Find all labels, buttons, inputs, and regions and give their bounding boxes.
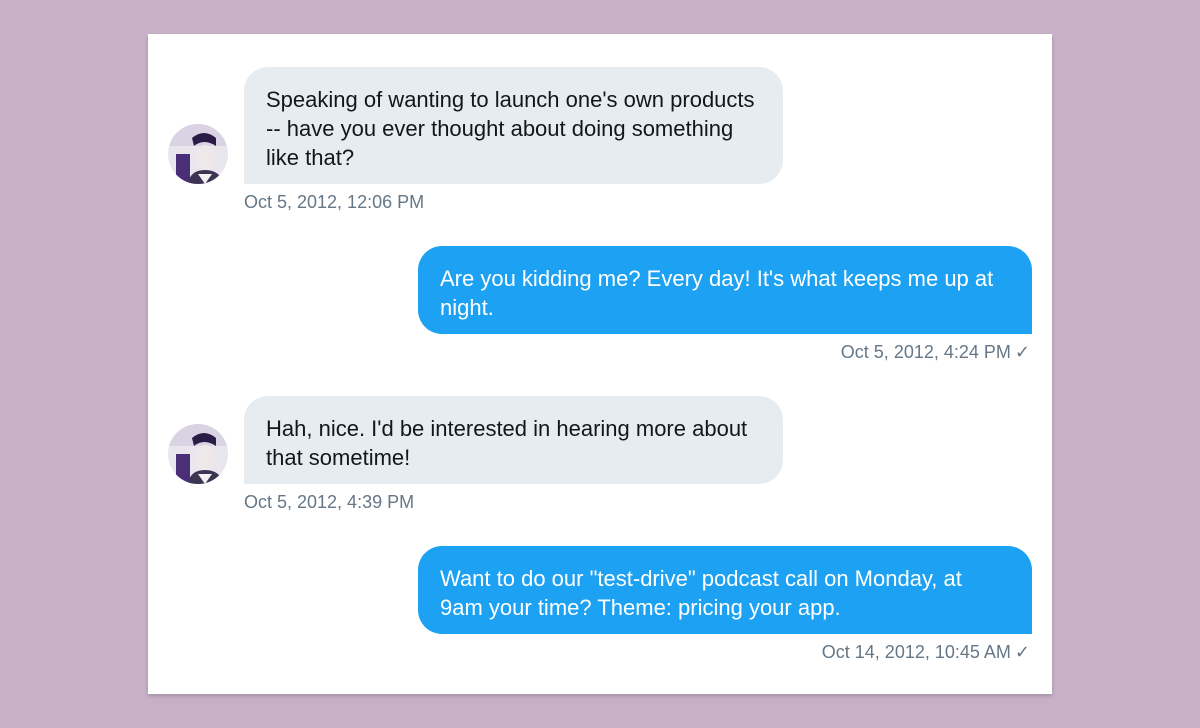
checkmark-icon: ✓ xyxy=(1014,342,1030,362)
message-text: Want to do our "test-drive" podcast call… xyxy=(440,566,962,620)
timestamp-text: Oct 5, 2012, 4:24 PM xyxy=(840,342,1011,362)
message-timestamp: Oct 5, 2012, 4:39 PM xyxy=(244,491,414,513)
message-bubble[interactable]: Hah, nice. I'd be interested in hearing … xyxy=(244,396,783,484)
message-bubble[interactable]: Want to do our "test-drive" podcast call… xyxy=(418,546,1032,634)
message-timestamp: Oct 14, 2012, 10:45 AM ✓ xyxy=(822,641,1030,663)
user-avatar-icon[interactable] xyxy=(168,424,228,484)
timestamp-text: Oct 5, 2012, 12:06 PM xyxy=(244,192,425,212)
checkmark-icon: ✓ xyxy=(1014,642,1030,662)
conversation-card: Speaking of wanting to launch one's own … xyxy=(148,34,1052,694)
timestamp-text: Oct 14, 2012, 10:45 AM xyxy=(821,642,1011,662)
message-timestamp: Oct 5, 2012, 4:24 PM ✓ xyxy=(841,341,1030,363)
message-text: Are you kidding me? Every day! It's what… xyxy=(440,266,994,320)
message-bubble[interactable]: Speaking of wanting to launch one's own … xyxy=(244,67,783,184)
message-text: Speaking of wanting to launch one's own … xyxy=(266,87,755,170)
message-text: Hah, nice. I'd be interested in hearing … xyxy=(266,416,748,470)
timestamp-text: Oct 5, 2012, 4:39 PM xyxy=(244,492,415,512)
message-timestamp: Oct 5, 2012, 12:06 PM xyxy=(244,191,424,213)
message-bubble[interactable]: Are you kidding me? Every day! It's what… xyxy=(418,246,1032,334)
user-avatar-icon[interactable] xyxy=(168,124,228,184)
